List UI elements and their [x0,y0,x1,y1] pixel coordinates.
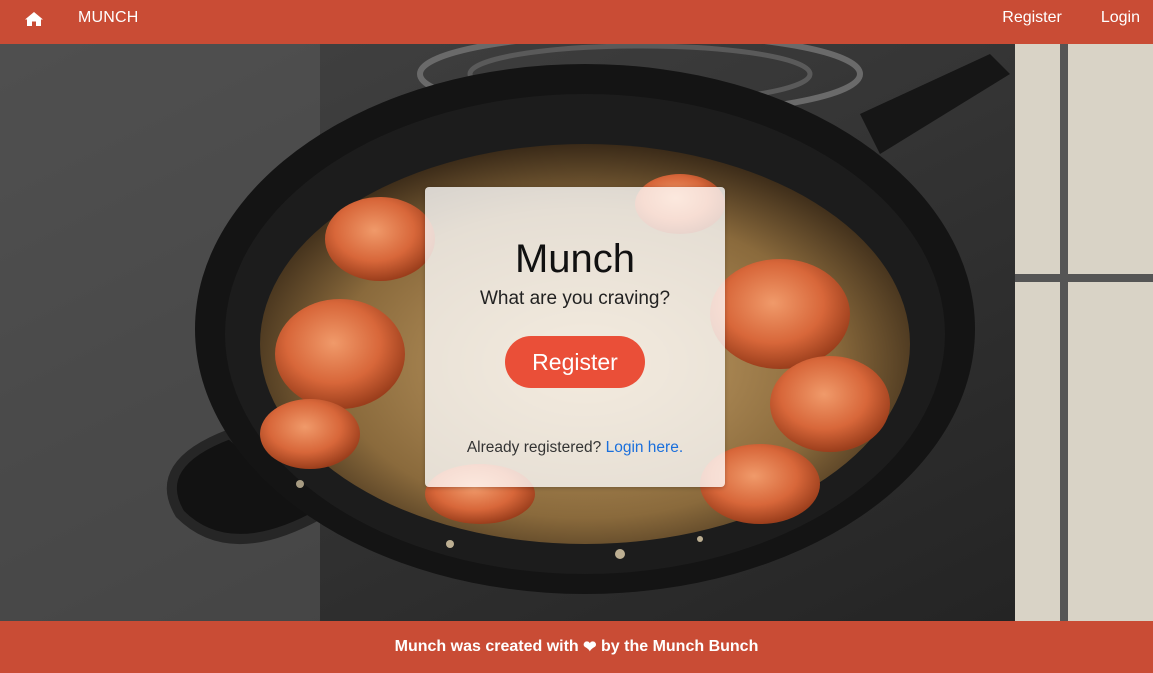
nav-register-link[interactable]: Register [1002,9,1062,27]
nav-links: Register Login [1002,9,1140,27]
login-here-link[interactable]: Login here. [606,439,684,456]
card-subtitle: What are you craving? [479,288,671,309]
welcome-card: Munch What are you craving? Register Alr… [425,187,725,487]
register-button[interactable]: Register [505,336,645,388]
footer-text-before: Munch was created with [394,638,579,655]
login-prompt-line: Already registered? Login here. [425,439,725,457]
home-icon[interactable] [24,11,44,27]
footer: Munch was created with ❤ by the Munch Bu… [0,621,1153,673]
top-navbar: MUNCH Register Login [0,0,1153,44]
heart-icon: ❤ [583,639,597,656]
nav-login-link[interactable]: Login [1101,9,1140,27]
hero-background-image: Munch What are you craving? Register Alr… [0,44,1153,621]
login-prompt-text: Already registered? [466,439,602,456]
card-title: Munch [514,237,636,281]
brand-link[interactable]: MUNCH [78,9,139,27]
footer-text-after: by the Munch Bunch [601,638,759,655]
